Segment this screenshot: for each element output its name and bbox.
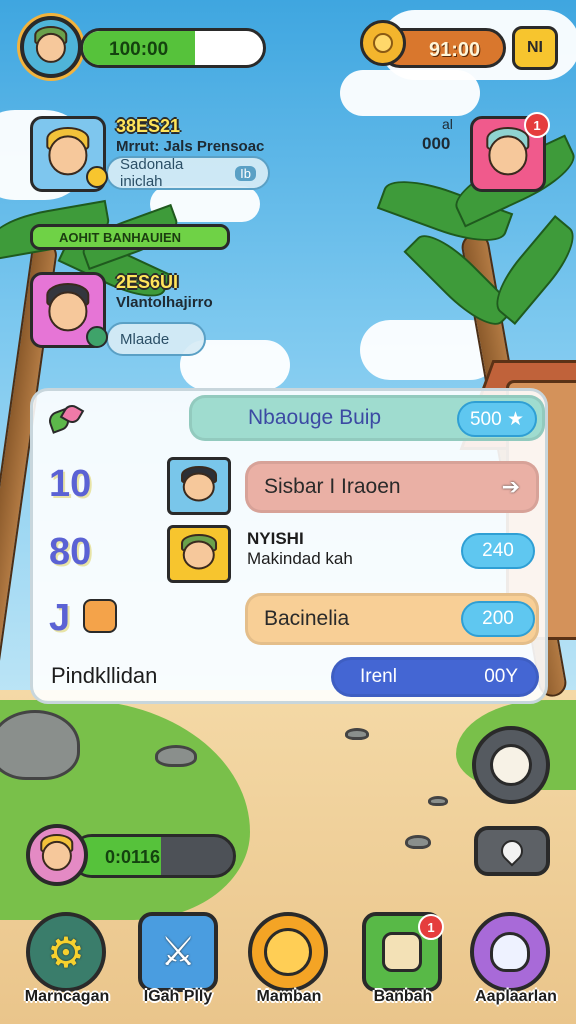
player-avatar[interactable]: [20, 16, 82, 78]
coin-icon-inner: [373, 33, 393, 53]
gear-icon: ⚙: [47, 928, 85, 976]
panel-title: Nbaouge Buip: [248, 406, 382, 429]
player-avatar-bottom[interactable]: [26, 824, 88, 886]
bottom-xp-text: 0:0116: [105, 847, 161, 867]
bottom-xp-bar: 0:0116: [70, 834, 236, 878]
nav-creature-button[interactable]: [470, 912, 550, 992]
avatar-face: [182, 472, 216, 502]
row-label: Bacinelia: [264, 607, 350, 630]
avatar-face: [35, 32, 67, 64]
online-icon: [86, 166, 108, 188]
friend-status: Mlaade: [106, 322, 206, 356]
nav-creature-label: Aaplaarlan: [475, 988, 557, 1005]
row-number: 10: [49, 463, 92, 505]
coin-amount: 91:00: [429, 39, 481, 61]
panel-footer-label: Pindkllidan: [51, 663, 158, 688]
online-icon: [86, 326, 108, 348]
friend-status-text: Mlaade: [120, 330, 170, 348]
row-avatar: [167, 457, 231, 515]
rock: [345, 728, 369, 740]
footer-button-value: 00Y: [484, 666, 518, 687]
coin-icon: [264, 928, 312, 976]
right-friend-label-top: al: [442, 116, 453, 132]
notification-badge: 1: [524, 112, 550, 138]
friend-name: Vlantolhajirro: [116, 294, 213, 311]
xp-bar-text: 100:00: [109, 39, 169, 60]
avatar-face: [41, 840, 73, 872]
row-name: NYISHI: [247, 529, 304, 548]
rock: [428, 796, 448, 806]
friend-banner-text: AOHIT BANHAUIEN: [59, 230, 182, 245]
right-friend-label-bottom: 000: [422, 134, 451, 153]
nav-coin-label: Mamban: [256, 988, 322, 1005]
panel-footer-button[interactable]: Irenl 00Y: [331, 657, 539, 697]
friend-name: Mrrut: Jals Prensoac: [116, 138, 265, 155]
row-value: 200: [461, 601, 535, 637]
xp-bar: 100:00: [80, 28, 266, 68]
avatar-face: [48, 291, 88, 331]
footer-button-label: Irenl: [360, 666, 397, 687]
nav-shop-badge: 1: [418, 914, 444, 940]
row-label: Sisbar I Iraoen: [264, 475, 401, 498]
row-avatar: [167, 525, 231, 583]
avatar-face: [182, 540, 216, 570]
friend-score: 38ES21: [116, 116, 181, 136]
search-map-button[interactable]: [472, 726, 550, 804]
food-icon: [83, 599, 117, 633]
nav-settings-button[interactable]: ⚙: [26, 912, 106, 992]
avatar-face: [488, 135, 528, 175]
nav-shop-label: Banbah: [373, 988, 433, 1005]
rock: [0, 710, 80, 780]
row-number: 80: [49, 531, 92, 573]
row-value[interactable]: 240: [461, 533, 535, 569]
coin-icon: [360, 20, 406, 66]
row-number: J: [49, 597, 71, 639]
row-subtitle: Makindad kah: [247, 549, 353, 568]
nav-battle-button[interactable]: ⚔: [138, 912, 218, 992]
shop-icon: [382, 932, 422, 972]
location-pin-icon: [496, 835, 528, 867]
menu-button[interactable]: NI: [512, 26, 558, 70]
avatar-face: [48, 135, 88, 175]
friend-banner: AOHIT BANHAUIEN: [30, 224, 230, 250]
friend-status-extra: Ib: [235, 165, 256, 181]
creature-icon: [490, 932, 530, 972]
leaf-icon: [46, 401, 85, 435]
main-panel: Nbaouge Buip 500 ★ 10 Sisbar I Iraoen ➔ …: [30, 388, 548, 704]
panel-title-value: 500 ★: [457, 401, 537, 437]
nav-battle-label: IGah Plly: [143, 988, 213, 1005]
rock: [155, 745, 197, 767]
magnifier-icon: [490, 744, 532, 786]
rock: [405, 835, 431, 849]
friend-status: Sadonala iniclah Ib: [106, 156, 270, 190]
friend-status-text: Sadonala iniclah: [120, 156, 184, 190]
cloud: [340, 70, 480, 116]
friend-score: 2ES6UI: [116, 272, 179, 292]
nav-settings-label: Marncagan: [24, 988, 110, 1005]
row-action-button[interactable]: Sisbar I Iraoen ➔: [245, 461, 539, 513]
nav-coin-button[interactable]: [248, 912, 328, 992]
arrow-right-icon[interactable]: ➔: [502, 474, 520, 500]
location-button[interactable]: [474, 826, 550, 876]
sword-icon: ⚔: [160, 930, 196, 974]
